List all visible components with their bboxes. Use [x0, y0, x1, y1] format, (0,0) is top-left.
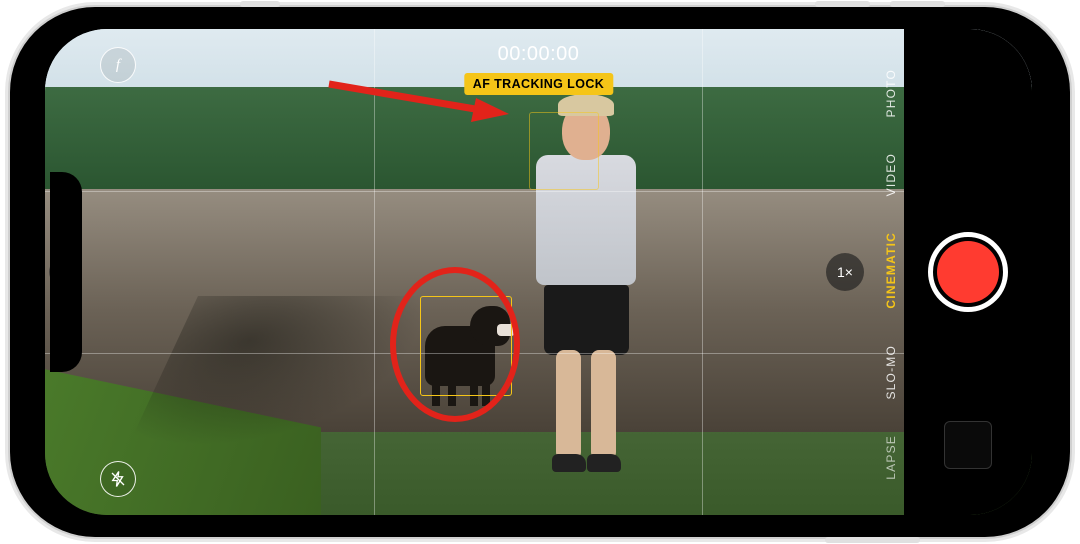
- volume-up-button: [815, 1, 870, 7]
- record-button[interactable]: [928, 232, 1008, 312]
- mode-video[interactable]: VIDEO: [884, 153, 898, 196]
- zoom-level-button[interactable]: 1×: [826, 253, 864, 291]
- display-notch: [50, 172, 82, 372]
- mode-timelapse[interactable]: LAPSE: [884, 435, 898, 480]
- mode-selector[interactable]: PHOTO VIDEO CINEMATIC SLO-MO LAPSE: [880, 29, 902, 515]
- side-button: [825, 537, 920, 543]
- mode-cinematic[interactable]: CINEMATIC: [884, 232, 898, 309]
- annotation-circle: [390, 267, 520, 422]
- recording-timer: 00:00:00: [498, 43, 580, 66]
- fstop-icon: f: [116, 57, 120, 74]
- shutter-panel: [904, 29, 1032, 515]
- zoom-label: 1×: [837, 264, 853, 280]
- flash-off-icon: [109, 470, 127, 488]
- af-tracking-lock-badge: AF TRACKING LOCK: [464, 73, 613, 95]
- last-capture-thumbnail[interactable]: [944, 421, 992, 469]
- ringer-switch: [240, 1, 280, 7]
- flash-button[interactable]: [100, 461, 136, 497]
- camera-screen: 00:00:00 AF TRACKING LOCK f 1×: [45, 29, 1032, 515]
- mode-photo[interactable]: PHOTO: [884, 69, 898, 117]
- mode-slomo[interactable]: SLO-MO: [884, 345, 898, 400]
- focus-box-face[interactable]: [529, 112, 599, 190]
- volume-down-button: [890, 1, 945, 7]
- record-indicator: [937, 241, 999, 303]
- phone-frame: 00:00:00 AF TRACKING LOCK f 1×: [10, 7, 1070, 537]
- depth-control-button[interactable]: f: [100, 47, 136, 83]
